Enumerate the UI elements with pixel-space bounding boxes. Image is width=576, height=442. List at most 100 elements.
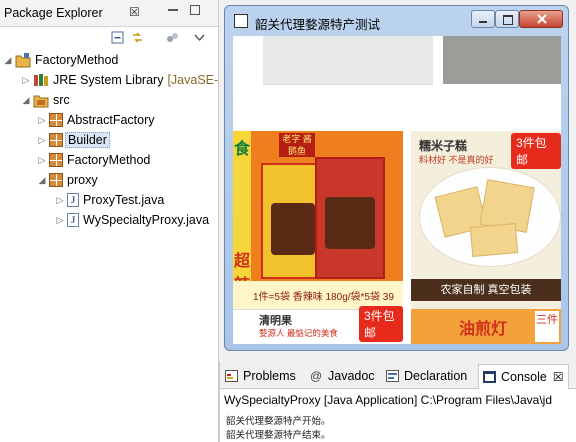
problems-icon bbox=[225, 370, 238, 382]
tree-node-java-file[interactable]: ▷ J ProxyTest.java bbox=[55, 190, 164, 210]
tree-node-jre-library[interactable]: ▷ JRE System Library [JavaSE- bbox=[21, 70, 219, 90]
promo-text: 1件=5袋 香辣味 180g/袋*5袋 39 bbox=[253, 292, 394, 303]
package-icon bbox=[49, 173, 63, 187]
product-photo-top-right bbox=[443, 36, 561, 84]
product-ribbon: 农家自制 真空包装 bbox=[411, 279, 561, 301]
console-icon bbox=[483, 371, 496, 383]
tree-node-java-file[interactable]: ▷ J WySpecialtyProxy.java bbox=[55, 210, 209, 230]
app-window: 韶关代理婺源特产测试 食 超 辣 老字 酱鹅鱼 1件=5袋 香辣 bbox=[224, 5, 569, 351]
tree-node-label: FactoryMethod bbox=[67, 153, 151, 167]
project-icon bbox=[15, 52, 31, 68]
product-content bbox=[325, 197, 375, 249]
tree-node-package[interactable]: ▷ FactoryMethod bbox=[37, 150, 150, 170]
package-explorer-view: Package Explorer ☒ ◢ FactoryMethod ▷ JRE… bbox=[0, 0, 219, 442]
product-title: 油煎灯 bbox=[459, 321, 508, 338]
collapsed-twisty-icon[interactable]: ▷ bbox=[55, 195, 65, 205]
close-icon bbox=[537, 14, 547, 24]
tree-node-project[interactable]: ◢ FactoryMethod bbox=[3, 50, 118, 70]
tree-node-package[interactable]: ◢ proxy bbox=[37, 170, 98, 190]
tree-node-label: src bbox=[53, 93, 70, 107]
product-subtitle: 料材好 不是真的好 bbox=[419, 155, 494, 165]
tree-node-label: AbstractFactory bbox=[67, 113, 155, 127]
package-icon bbox=[49, 153, 63, 167]
tab-label: Javadoc bbox=[328, 369, 375, 383]
tab-problems[interactable]: Problems bbox=[225, 366, 296, 386]
brand-label: 老字 酱鹅鱼 bbox=[279, 133, 315, 157]
package-explorer-tab[interactable]: Package Explorer ☒ bbox=[0, 0, 218, 27]
product-title: 清明果 bbox=[259, 315, 292, 327]
java-file-icon: J bbox=[67, 213, 79, 227]
product-strip-left: 清明果 婺源人 最惦记的美食 3件包邮 bbox=[233, 306, 403, 344]
tab-label: Console bbox=[501, 370, 547, 384]
product-content bbox=[469, 223, 519, 257]
view-menu-chevron-down-icon[interactable] bbox=[193, 31, 206, 44]
expanded-twisty-icon[interactable]: ◢ bbox=[37, 175, 47, 185]
package-icon bbox=[49, 113, 63, 127]
free-shipping-badge: 3件包邮 bbox=[359, 306, 403, 342]
minimize-icon bbox=[479, 21, 487, 23]
tree-node-label: ProxyTest.java bbox=[83, 193, 165, 207]
tree-node-label-selected: Builder bbox=[65, 132, 110, 148]
product-strip-right: 油煎灯 三件 bbox=[411, 309, 561, 344]
tree-node-package[interactable]: ▷ AbstractFactory bbox=[37, 110, 155, 130]
side-char: 超 bbox=[233, 253, 250, 270]
promo-strip: 1件=5袋 香辣味 180g/袋*5袋 39 bbox=[233, 281, 403, 309]
tab-label: Declaration bbox=[404, 369, 468, 383]
link-with-editor-icon[interactable] bbox=[131, 31, 144, 44]
collapse-all-icon[interactable] bbox=[111, 31, 124, 44]
console-process-description: WySpecialtyProxy [Java Application] C:\P… bbox=[224, 393, 553, 407]
javadoc-icon: @ bbox=[310, 369, 323, 383]
tab-declaration[interactable]: Declaration bbox=[386, 366, 467, 386]
tab-console[interactable]: Console ☒ bbox=[478, 364, 569, 389]
tree-node-label: FactoryMethod bbox=[35, 53, 119, 67]
product-content bbox=[271, 203, 315, 255]
library-icon bbox=[33, 72, 49, 88]
collapsed-twisty-icon[interactable]: ▷ bbox=[55, 215, 65, 225]
package-explorer-title: Package Explorer bbox=[4, 6, 103, 20]
product-bag bbox=[315, 157, 385, 279]
app-logo-icon bbox=[234, 14, 248, 28]
source-folder-icon bbox=[33, 92, 49, 108]
close-tab-icon[interactable]: ☒ bbox=[553, 370, 564, 384]
tree-node-label: proxy bbox=[67, 173, 98, 187]
product-photo-top bbox=[263, 36, 433, 85]
console-output-line: 韶关代理婺源特产结束。 bbox=[226, 430, 331, 441]
java-file-icon: J bbox=[67, 193, 79, 207]
tab-javadoc[interactable]: @ Javadoc bbox=[310, 366, 375, 386]
product-card-left: 食 超 辣 老字 酱鹅鱼 1件=5袋 香辣味 180g/袋*5袋 39 bbox=[233, 131, 403, 309]
product-title: 糯米子糕 bbox=[419, 139, 468, 153]
product-subtitle: 婺源人 最惦记的美食 bbox=[259, 328, 338, 338]
product-side-text: 三件 bbox=[535, 311, 559, 342]
app-titlebar[interactable]: 韶关代理婺源特产测试 bbox=[225, 6, 568, 36]
collapsed-twisty-icon[interactable]: ▷ bbox=[21, 75, 31, 85]
console-tab-bar: Problems @ Javadoc Declaration Console ☒ bbox=[220, 362, 576, 389]
product-image-panel: 食 超 辣 老字 酱鹅鱼 1件=5袋 香辣味 180g/袋*5袋 39 糯米子糕… bbox=[233, 36, 561, 344]
tab-label: Problems bbox=[243, 369, 296, 383]
console-output-line: 韶关代理婺源特产开始。 bbox=[226, 416, 331, 427]
minimize-view-icon[interactable] bbox=[168, 9, 178, 11]
tree-node-label: JRE System Library bbox=[53, 73, 164, 87]
expanded-twisty-icon[interactable]: ◢ bbox=[3, 55, 13, 65]
window-maximize-button[interactable] bbox=[495, 10, 519, 28]
collapsed-twisty-icon[interactable]: ▷ bbox=[37, 115, 47, 125]
product-card-right: 糯米子糕 料材好 不是真的好 农家自制 真空包装 3件包邮 bbox=[411, 131, 561, 309]
free-shipping-badge: 3件包邮 bbox=[511, 133, 561, 169]
tree-node-src[interactable]: ◢ src bbox=[21, 90, 70, 110]
collapsed-twisty-icon[interactable]: ▷ bbox=[37, 155, 47, 165]
close-tab-icon[interactable]: ☒ bbox=[129, 5, 140, 19]
window-close-button[interactable] bbox=[519, 10, 563, 28]
collapsed-twisty-icon[interactable]: ▷ bbox=[37, 135, 47, 145]
window-minimize-button[interactable] bbox=[471, 10, 495, 28]
expanded-twisty-icon[interactable]: ◢ bbox=[21, 95, 31, 105]
tree-node-label: WySpecialtyProxy.java bbox=[83, 213, 210, 227]
declaration-icon bbox=[386, 370, 399, 382]
maximize-view-icon[interactable] bbox=[190, 5, 200, 15]
tree-node-suffix: [JavaSE- bbox=[167, 73, 219, 87]
maximize-icon bbox=[503, 15, 513, 25]
tree-node-package[interactable]: ▷ Builder bbox=[37, 130, 110, 150]
side-char: 食 bbox=[233, 141, 250, 158]
package-icon bbox=[49, 133, 63, 147]
console-view: Problems @ Javadoc Declaration Console ☒… bbox=[219, 362, 576, 442]
explorer-toolbar bbox=[0, 27, 218, 49]
focus-icon[interactable] bbox=[166, 31, 179, 44]
